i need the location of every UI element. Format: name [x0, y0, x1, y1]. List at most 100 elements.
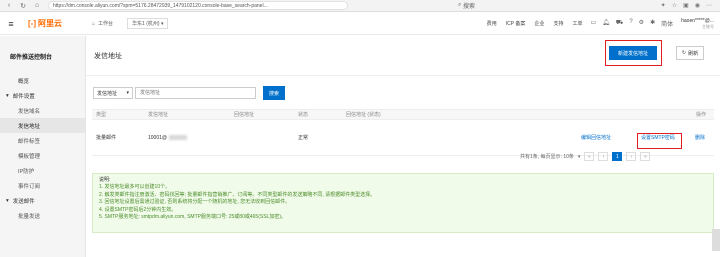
favorites-icon[interactable]: ☆: [672, 2, 677, 9]
browser-search-label: 搜索: [463, 4, 476, 10]
col-type: 类型: [96, 112, 107, 118]
link-icp[interactable]: ICP 备案: [506, 20, 526, 27]
home-icon[interactable]: ⌂: [32, 1, 42, 11]
sidebar-group-label: 发送邮件: [12, 198, 35, 205]
extension-icon[interactable]: ✦: [661, 2, 666, 9]
col-address: 发信地址: [148, 112, 169, 118]
aliyun-logo[interactable]: [-] 阿里云: [28, 18, 62, 29]
user-account[interactable]: haoen*****@... 主账号: [681, 18, 714, 30]
delete-link[interactable]: 删除: [695, 134, 705, 141]
notice-line: 4. 设置SMTP密码后2分钟内生效。: [99, 206, 177, 213]
address-bar[interactable]: https://dm.console.aliyun.com/?spm=5176.…: [48, 1, 348, 10]
link-ticket[interactable]: 工单: [572, 20, 582, 27]
search-button[interactable]: 搜索: [263, 86, 285, 100]
cell-status: 正常: [298, 135, 309, 141]
address-text: 10001@: [148, 134, 167, 141]
workbench-label: 工作台: [98, 21, 114, 27]
region-label: 华东1 (杭州): [132, 21, 160, 27]
link-enterprise[interactable]: 企业: [534, 20, 544, 27]
redacted-text: [168, 134, 187, 140]
profile-icon[interactable]: ◉: [695, 2, 700, 9]
reload-icon[interactable]: ↻: [18, 1, 28, 11]
top-icons: ▭ 🔔︎ ⛟ ? ⚙ ✱ 简体: [590, 19, 673, 28]
bell-icon[interactable]: 🔔︎: [602, 19, 610, 28]
filter-select-value: 发信地址: [97, 90, 118, 97]
chevron-down-icon: ▾: [6, 92, 9, 99]
col-reply: 回信地址: [234, 112, 255, 118]
sidebar-group-send[interactable]: ▾ 发送邮件: [0, 193, 85, 208]
sidebar-item-overview[interactable]: 概览: [0, 73, 85, 88]
user-name: haoen*****@...: [681, 17, 714, 24]
col-status: 状态: [298, 112, 309, 118]
page-button[interactable]: 1: [612, 152, 623, 161]
sidebar-item-domains[interactable]: 发信域名: [0, 103, 85, 118]
first-page-button[interactable]: «: [584, 152, 595, 161]
notice-line: 1. 发信地址最多可以创建10个。: [99, 184, 171, 191]
sidebar-item-events[interactable]: 事件订阅: [0, 178, 85, 193]
notice-line: 3. 回信地址设置后需通过验证, 否则系统将分配一个随机的地址, 您无法收到回信…: [99, 199, 291, 206]
chevron-down-icon: ▾: [126, 90, 129, 96]
sidebar-title: 邮件推送控制台: [10, 55, 53, 61]
browser-icons: ✦ ☆ ▣ ◉ ⋯: [661, 2, 712, 9]
browser-toolbar: ‹ ↻ ⌂ https://dm.console.aliyun.com/?spm…: [0, 0, 720, 12]
refresh-button[interactable]: ↻ 刷新: [676, 46, 704, 60]
home-icon: ⌂: [92, 20, 96, 27]
url-text: https://dm.console.aliyun.com/?spm=5176.…: [53, 2, 268, 9]
edit-reply-link[interactable]: 编辑回信地址: [581, 134, 611, 141]
language-switch[interactable]: 简体: [661, 19, 673, 28]
sidebar: 邮件推送控制台 概览 ▾ 邮件设置 发信域名 发信地址 邮件标签 模板管理 IP…: [0, 36, 86, 257]
sidebar-item-tags[interactable]: 邮件标签: [0, 133, 85, 148]
page-title: 发信地址: [94, 52, 122, 60]
cell-type: 批量邮件: [96, 135, 117, 141]
app-icon[interactable]: ✱: [650, 19, 655, 28]
col-reply-status: 回信地址 (状态): [346, 112, 381, 118]
pager-summary: 共有1条, 每页显示: 10条: [520, 154, 574, 160]
last-page-button[interactable]: »: [640, 152, 651, 161]
help-icon[interactable]: ?: [629, 19, 632, 28]
next-page-button[interactable]: ›: [626, 152, 637, 161]
collections-icon[interactable]: ▣: [683, 2, 689, 9]
new-address-button[interactable]: 新建发信地址: [609, 46, 657, 60]
feedback-tab[interactable]: [712, 229, 720, 251]
table-row: 批量邮件 10001@ 正常 编辑回信地址 设置SMTP密码 删除: [92, 120, 714, 156]
browser-search[interactable]: ⌕ 搜索: [458, 1, 475, 10]
link-support[interactable]: 支持: [553, 20, 563, 27]
filter-select[interactable]: 发信地址 ▾: [93, 87, 133, 99]
table-header: 类型 发信地址 回信地址 状态 回信地址 (状态) 操作: [92, 109, 714, 120]
cell-address: 10001@: [148, 135, 187, 141]
user-role: 主账号: [702, 23, 714, 29]
filter-row: 发信地址 ▾ 搜索: [93, 86, 285, 100]
notice-title: 说明:: [99, 177, 111, 183]
cart-icon[interactable]: ⛟: [616, 19, 624, 28]
prev-page-button[interactable]: ‹: [598, 152, 609, 161]
workbench-link[interactable]: ⌂ 工作台: [92, 20, 114, 28]
search-input[interactable]: [135, 87, 256, 99]
sidebar-item-batch-send[interactable]: 批量发送: [0, 208, 85, 223]
settings-icon[interactable]: ⚙: [639, 19, 644, 28]
main-content: 发信地址 新建发信地址 ↻ 刷新 发信地址 ▾ 搜索 类型 发信地址 回信地址 …: [86, 36, 720, 257]
sidebar-item-templates[interactable]: 模板管理: [0, 148, 85, 163]
console-topbar: ≡ [-] 阿里云 ⌂ 工作台 华东1 (杭州) ▾ 费用 ICP 备案 企业 …: [0, 13, 720, 35]
col-actions: 操作: [695, 112, 706, 118]
back-icon[interactable]: ‹: [4, 1, 14, 11]
sidebar-group-label: 邮件设置: [12, 93, 35, 100]
chevron-down-icon[interactable]: ▾: [578, 154, 581, 160]
refresh-label: 刷新: [688, 50, 699, 57]
menu-icon[interactable]: ≡: [0, 13, 22, 35]
logo-mark-icon: [-]: [28, 19, 36, 28]
chevron-down-icon: ▾: [6, 197, 9, 204]
sidebar-item-addresses[interactable]: 发信地址: [0, 118, 85, 133]
set-smtp-password-link[interactable]: 设置SMTP密码: [641, 134, 675, 141]
notice-line: 5. SMTP服务地址: smtpdm.aliyun.com, SMTP服务端口…: [99, 214, 286, 221]
link-billing[interactable]: 费用: [487, 20, 497, 27]
more-icon[interactable]: ⋯: [706, 2, 712, 9]
address-table: 类型 发信地址 回信地址 状态 回信地址 (状态) 操作 批量邮件 10001@…: [92, 109, 714, 156]
refresh-icon: ↻: [681, 50, 687, 56]
sidebar-group-settings[interactable]: ▾ 邮件设置: [0, 88, 85, 103]
logo-text: 阿里云: [38, 19, 62, 28]
top-links: 费用 ICP 备案 企业 支持 工单: [487, 20, 583, 27]
pagination: 共有1条, 每页显示: 10条 ▾ « ‹ 1 › »: [520, 152, 651, 161]
region-selector[interactable]: 华东1 (杭州) ▾: [127, 18, 169, 29]
sidebar-item-ip-protection[interactable]: IP防护: [0, 163, 85, 178]
terminal-icon[interactable]: ▭: [590, 19, 596, 28]
